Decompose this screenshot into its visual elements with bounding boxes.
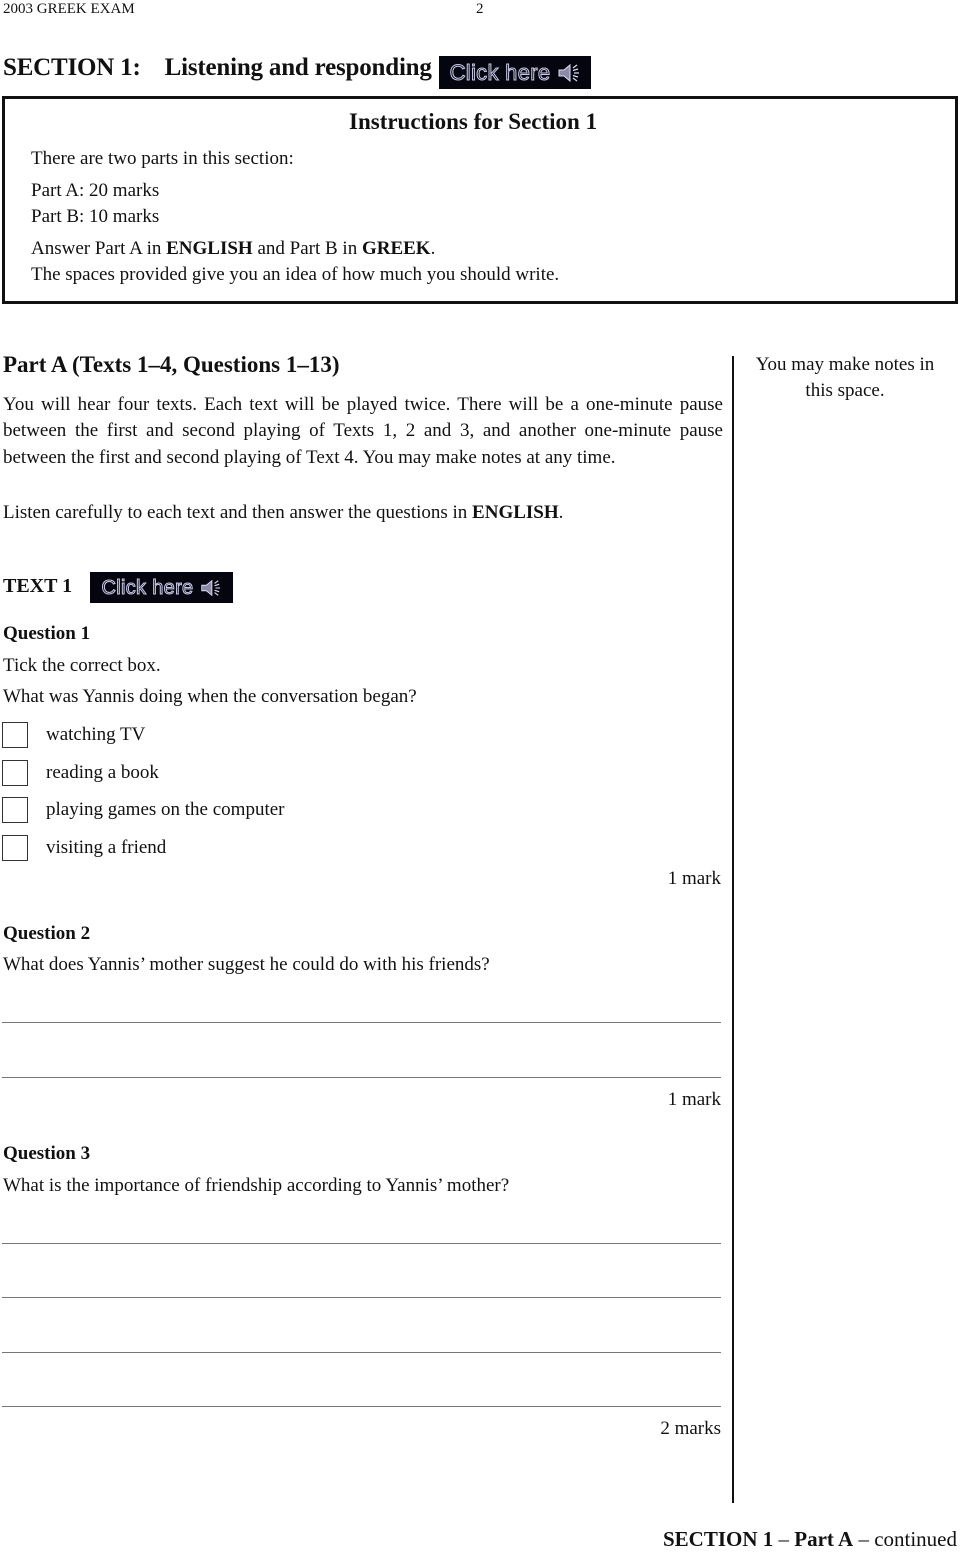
footer-part: Part A bbox=[794, 1527, 854, 1551]
instructions-answer-language: Answer Part A in ENGLISH and Part B in G… bbox=[31, 238, 435, 260]
page-footer: SECTION 1 – Part A – continued bbox=[663, 1527, 957, 1552]
question-3-heading: Question 3 bbox=[3, 1143, 91, 1164]
text: Answer Part A in bbox=[31, 238, 167, 259]
question-3-prompt: What is the importance of friendship acc… bbox=[3, 1175, 510, 1196]
option-label: visiting a friend bbox=[46, 837, 167, 858]
instructions-part-a: Part A: 20 marks bbox=[31, 180, 160, 201]
notes-margin-label: You may make notes in this space. bbox=[755, 354, 935, 401]
answer-line[interactable] bbox=[2, 1243, 721, 1244]
option-label: playing games on the computer bbox=[46, 799, 285, 820]
text: and Part B in bbox=[252, 238, 362, 259]
checkbox[interactable] bbox=[2, 835, 28, 861]
text1-audio-button[interactable]: Click here bbox=[90, 572, 233, 603]
option-label: reading a book bbox=[46, 762, 159, 783]
instructions-title: Instructions for Section 1 bbox=[349, 109, 598, 134]
option-row[interactable]: watching TV bbox=[2, 722, 145, 748]
part-a-listen-instruction: Listen carefully to each text and then a… bbox=[3, 502, 563, 524]
instructions-part-b: Part B: 10 marks bbox=[31, 206, 160, 227]
section-title: Listening and responding bbox=[164, 54, 432, 81]
answer-line[interactable] bbox=[2, 1406, 721, 1407]
question-1-instruction: Tick the correct box. bbox=[3, 655, 161, 676]
page-number: 2 bbox=[476, 1, 484, 17]
separator: – bbox=[853, 1527, 875, 1551]
option-label: watching TV bbox=[46, 724, 146, 745]
part-a-title: Part A (Texts 1–4, Questions 1–13) bbox=[3, 352, 340, 377]
notes-divider bbox=[732, 356, 734, 1503]
speaker-icon bbox=[558, 63, 580, 82]
option-row[interactable]: playing games on the computer bbox=[2, 797, 285, 823]
section-audio-button[interactable]: Click here bbox=[439, 56, 591, 89]
question-2-prompt: What does Yannis’ mother suggest he coul… bbox=[3, 954, 490, 975]
audio-button-label: Click here bbox=[449, 59, 551, 85]
answer-line[interactable] bbox=[2, 1352, 721, 1353]
section-heading: SECTION 1: Listening and responding bbox=[3, 54, 432, 82]
option-row[interactable]: reading a book bbox=[2, 760, 159, 786]
option-row[interactable]: visiting a friend bbox=[2, 835, 166, 861]
section-label: SECTION 1: bbox=[3, 54, 141, 81]
language-english: ENGLISH bbox=[472, 502, 559, 523]
text: . bbox=[558, 502, 564, 523]
part-a-paragraph: You will hear four texts. Each text will… bbox=[3, 394, 723, 468]
language-greek: GREEK bbox=[361, 238, 431, 259]
footer-section: SECTION 1 bbox=[663, 1527, 774, 1551]
answer-line[interactable] bbox=[2, 1297, 721, 1298]
question-2-marks: 1 mark bbox=[667, 1089, 721, 1110]
question-2-heading: Question 2 bbox=[3, 923, 91, 944]
answer-line[interactable] bbox=[2, 1022, 721, 1023]
checkbox[interactable] bbox=[2, 797, 28, 823]
language-english: ENGLISH bbox=[166, 238, 253, 259]
text1-label: TEXT 1 bbox=[3, 575, 73, 597]
checkbox[interactable] bbox=[2, 722, 28, 748]
text: . bbox=[430, 238, 436, 259]
footer-status: continued bbox=[874, 1527, 957, 1551]
answer-line[interactable] bbox=[2, 1077, 721, 1078]
text: Listen carefully to each text and then a… bbox=[3, 502, 473, 523]
question-1-heading: Question 1 bbox=[3, 623, 91, 644]
instructions-intro: There are two parts in this section: bbox=[31, 148, 294, 169]
checkbox[interactable] bbox=[2, 760, 28, 786]
question-1-marks: 1 mark bbox=[667, 868, 721, 889]
speaker-icon bbox=[201, 579, 221, 596]
audio-button-label: Click here bbox=[101, 576, 194, 599]
question-1-prompt: What was Yannis doing when the conversat… bbox=[3, 686, 417, 707]
exam-title: 2003 GREEK EXAM bbox=[3, 1, 135, 17]
instructions-space-note: The spaces provided give you an idea of … bbox=[31, 264, 560, 285]
separator: – bbox=[773, 1527, 795, 1551]
question-3-marks: 2 marks bbox=[660, 1418, 721, 1439]
